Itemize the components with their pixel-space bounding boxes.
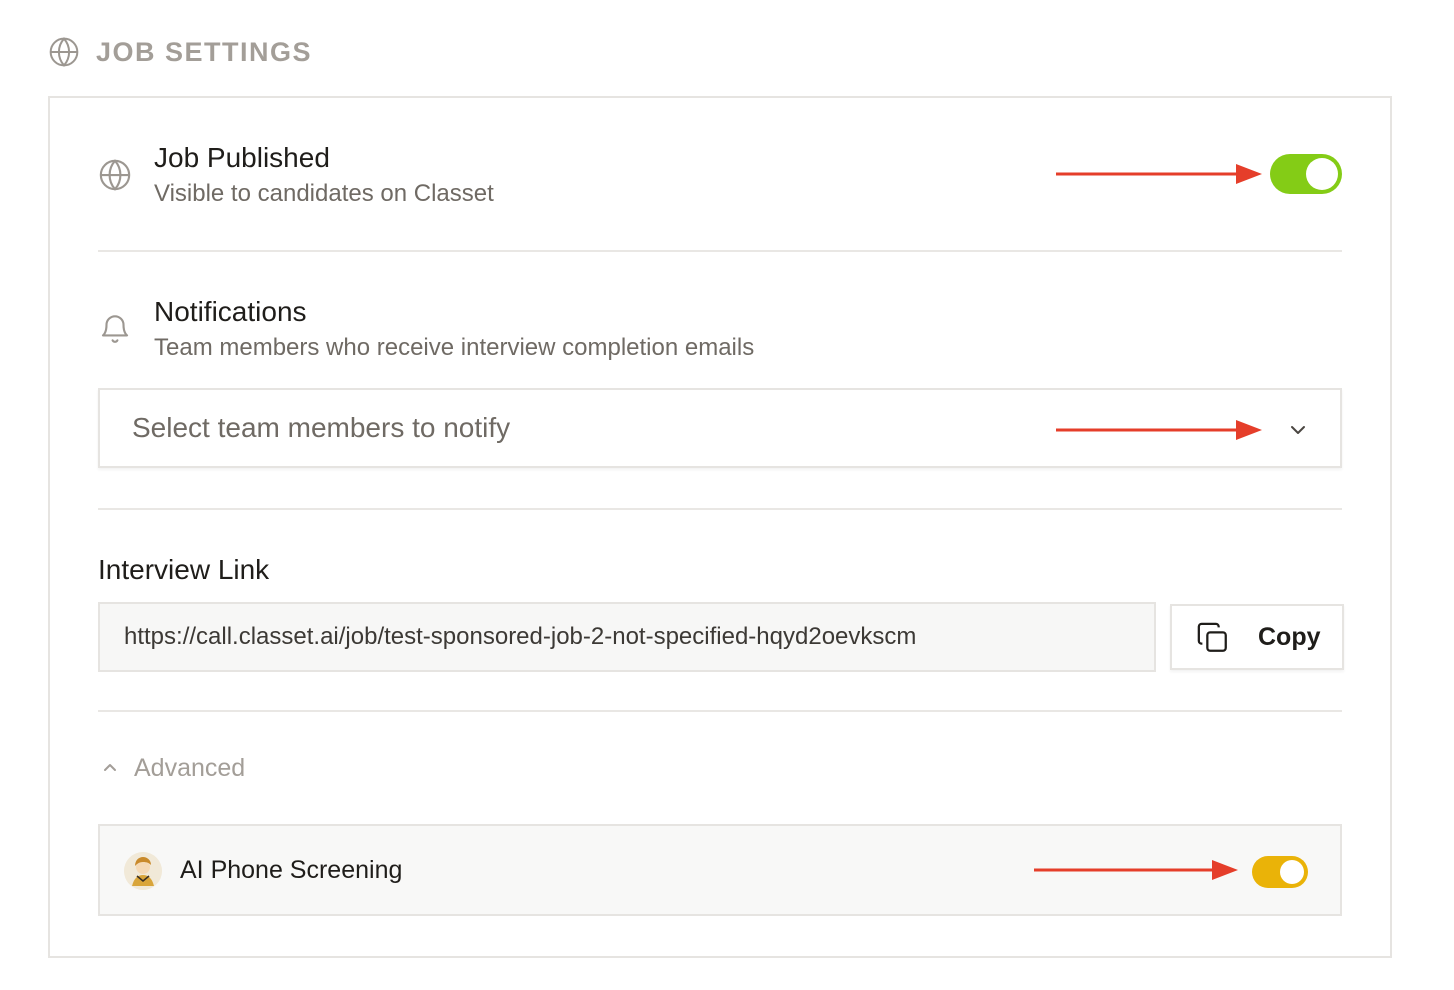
globe-icon bbox=[99, 159, 131, 191]
copy-button[interactable]: Copy bbox=[1170, 604, 1344, 670]
section-title: JOB SETTINGS bbox=[96, 36, 313, 67]
ai-phone-screening-row: AI Phone Screening bbox=[98, 824, 1342, 916]
section-header: JOB SETTINGS bbox=[48, 36, 312, 68]
notifications-title: Notifications bbox=[154, 296, 307, 327]
divider bbox=[98, 508, 1342, 510]
chevron-down-icon[interactable] bbox=[1286, 418, 1310, 442]
notifications-subtitle: Team members who receive interview compl… bbox=[154, 334, 755, 361]
toggle-knob bbox=[1306, 158, 1338, 190]
job-published-subtitle: Visible to candidates on Classet bbox=[154, 180, 494, 207]
interview-link-input[interactable] bbox=[100, 604, 1154, 670]
interview-link-title: Interview Link bbox=[98, 554, 270, 585]
ai-phone-screening-toggle[interactable] bbox=[1252, 856, 1308, 888]
job-settings-card: Job Published Visible to candidates on C… bbox=[48, 96, 1392, 958]
divider bbox=[98, 250, 1342, 252]
job-published-title: Job Published bbox=[154, 142, 330, 173]
chevron-up-icon bbox=[104, 764, 116, 771]
job-published-toggle[interactable] bbox=[1270, 154, 1342, 194]
copy-label: Copy bbox=[1258, 623, 1321, 651]
divider bbox=[98, 710, 1342, 712]
toggle-knob bbox=[1280, 860, 1304, 884]
interview-link-field[interactable] bbox=[98, 602, 1156, 672]
select-placeholder: Select team members to notify bbox=[132, 412, 511, 443]
advanced-toggle[interactable]: Advanced bbox=[98, 750, 245, 786]
annotation-arrow bbox=[1056, 420, 1262, 440]
globe-icon bbox=[49, 37, 79, 67]
annotation-arrow bbox=[1056, 164, 1262, 184]
ai-phone-screening-label: AI Phone Screening bbox=[180, 856, 403, 884]
advanced-label: Advanced bbox=[134, 753, 246, 782]
copy-icon bbox=[1197, 622, 1227, 652]
avatar bbox=[124, 852, 162, 890]
annotation-arrow bbox=[1034, 860, 1238, 880]
bell-icon bbox=[101, 315, 129, 343]
